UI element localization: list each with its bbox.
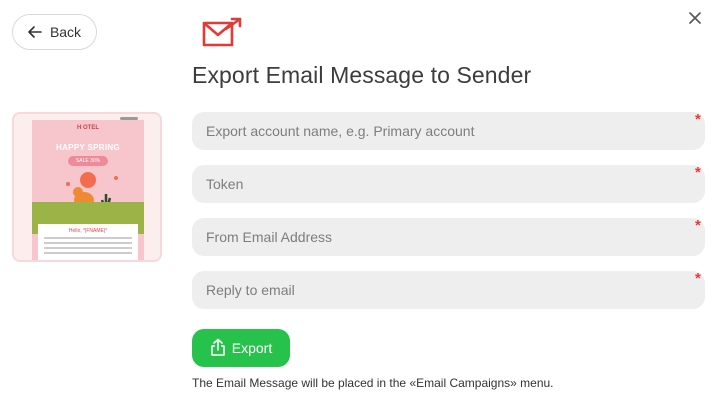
reply-to-email-input[interactable]: [192, 271, 705, 309]
account-name-input[interactable]: [192, 112, 705, 150]
email-preview-content: H OTEL HAPPY SPRING SALE 30% Hello, *|FN…: [32, 120, 144, 260]
export-note: The Email Message will be placed in the …: [192, 376, 554, 390]
back-button[interactable]: Back: [12, 14, 97, 50]
upload-icon: [210, 338, 226, 359]
required-marker: *: [695, 217, 701, 234]
from-email-input[interactable]: [192, 218, 705, 256]
email-preview-thumbnail: H OTEL HAPPY SPRING SALE 30% Hello, *|FN…: [12, 112, 162, 262]
preview-greeting: Hello, *|FNAME|*: [68, 228, 108, 234]
required-marker: *: [695, 111, 701, 128]
back-button-label: Back: [49, 24, 82, 40]
preview-logo: H OTEL: [77, 125, 99, 131]
email-send-icon: [202, 17, 244, 47]
required-marker: *: [695, 164, 701, 181]
export-button[interactable]: Export: [192, 329, 290, 367]
close-button[interactable]: [686, 11, 704, 29]
preview-sale-badge: SALE 30%: [68, 156, 108, 166]
arrow-left-icon: [28, 26, 42, 38]
page-title: Export Email Message to Sender: [192, 62, 532, 88]
preview-headline: HAPPY SPRING: [56, 143, 120, 152]
required-marker: *: [695, 270, 701, 287]
token-input[interactable]: [192, 165, 705, 203]
export-button-label: Export: [231, 340, 273, 356]
close-icon: [689, 11, 701, 29]
preview-text-card: Hello, *|FNAME|*: [38, 224, 138, 260]
